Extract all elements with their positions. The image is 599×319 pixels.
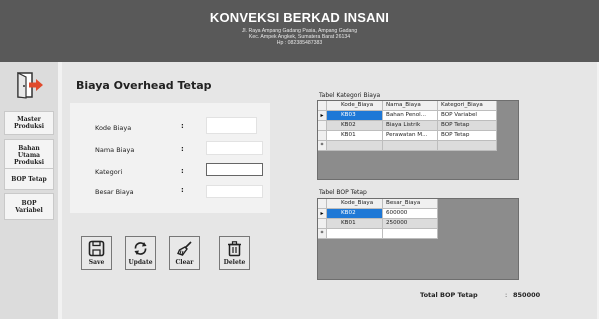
bop-table-header: Kode_Biaya Besar_Biaya [318,199,438,209]
row-header-corner [318,199,327,209]
update-label: Update [128,259,153,266]
save-label: Save [88,259,105,266]
table-cell[interactable] [327,229,383,239]
table-cell[interactable]: KB03 [327,111,383,121]
sidebar: Master Produksi Bahan Utama Produksi BOP… [0,62,58,319]
table-cell[interactable] [327,141,383,151]
total-bop-colon: : [505,291,508,299]
table-row[interactable]: KB01 Perawatan M... BOP Tetap [318,131,497,141]
kategori-label: Kategori [95,168,123,176]
kode-biaya-colon: : [181,122,184,130]
page-title: Biaya Overhead Tetap [76,79,212,92]
sidebar-item-bop-variabel[interactable]: BOP Variabel [4,193,54,220]
table-cell[interactable]: Biaya Listrik [383,121,438,131]
row-header [318,131,327,141]
table-cell[interactable]: KB01 [327,131,383,141]
row-header [318,121,327,131]
table-cell[interactable]: 250000 [383,219,438,229]
table-row[interactable]: KB01 250000 [318,219,438,229]
nama-biaya-colon: : [181,145,184,153]
exit-door-icon [17,72,43,99]
table-cell[interactable]: Bahan Penol... [383,111,438,121]
total-bop-value: 850000 [513,291,541,299]
table-cell[interactable] [383,141,438,151]
total-bop-label: Total BOP Tetap [420,291,478,299]
phone-number: Hp : 082385487383 [276,40,323,46]
kategori-colon: : [181,167,184,175]
delete-label: Delete [223,259,246,266]
column-header-besar-biaya[interactable]: Besar_Biaya [383,199,438,209]
table-cell[interactable]: 600000 [383,209,438,219]
app-header: KONVEKSI BERKAD INSANI Jl. Raya Ampang G… [0,0,599,62]
bop-table-caption: Tabel BOP Tetap [319,189,367,196]
table-cell[interactable]: Perawatan M... [383,131,438,141]
table-row[interactable]: ▸ KB03 Bahan Penol... BOP Variabel [318,111,497,121]
kategori-table[interactable]: Kode_Biaya Nama_Biaya Kategori_Biaya ▸ K… [317,100,519,180]
kategori-table-caption: Tabel Kategori Biaya [319,92,381,99]
table-cell[interactable]: BOP Tetap [438,131,497,141]
nama-biaya-input[interactable] [206,141,263,155]
table-row[interactable]: ▸ KB02 600000 [318,209,438,219]
new-row[interactable]: * [318,229,438,239]
table-cell[interactable]: BOP Variabel [438,111,497,121]
company-address: Jl. Raya Ampang Gadang Pasia, Ampang Gad… [0,28,599,46]
nama-biaya-label: Nama Biaya [95,146,135,154]
column-header-kategori-biaya[interactable]: Kategori_Biaya [438,101,497,111]
kategori-table-header: Kode_Biaya Nama_Biaya Kategori_Biaya [318,101,497,111]
save-icon [88,240,105,257]
table-cell[interactable]: BOP Tetap [438,121,497,131]
column-header-nama-biaya[interactable]: Nama_Biaya [383,101,438,111]
new-row[interactable]: * [318,141,497,151]
bop-table[interactable]: Kode_Biaya Besar_Biaya ▸ KB02 600000 KB0… [317,198,519,280]
besar-biaya-colon: : [181,186,184,194]
column-header-kode-biaya[interactable]: Kode_Biaya [327,101,383,111]
exit-button[interactable] [9,70,49,100]
besar-biaya-label: Besar Biaya [95,188,134,196]
kode-biaya-label: Kode Biaya [95,124,132,132]
table-cell[interactable]: KB02 [327,209,383,219]
refresh-icon [134,242,147,255]
table-cell[interactable]: KB02 [327,121,383,131]
kategori-select[interactable] [206,163,263,176]
save-button[interactable]: Save [81,236,112,270]
current-row-marker: ▸ [318,111,327,121]
sidebar-item-master-produksi[interactable]: Master Produksi [4,111,54,135]
update-button[interactable]: Update [125,236,156,270]
delete-button[interactable]: Delete [219,236,250,270]
current-row-marker: ▸ [318,209,327,219]
clear-button[interactable]: Clear [169,236,200,270]
table-cell[interactable]: KB01 [327,219,383,229]
company-name: KONVEKSI BERKAD INSANI [209,10,390,25]
table-cell[interactable] [383,229,438,239]
besar-biaya-input[interactable] [206,185,263,198]
clear-label: Clear [175,259,194,266]
row-header [318,219,327,229]
new-row-marker: * [318,141,327,151]
table-row[interactable]: KB02 Biaya Listrik BOP Tetap [318,121,497,131]
column-header-kode-biaya[interactable]: Kode_Biaya [327,199,383,209]
table-cell[interactable] [438,141,497,151]
new-row-marker: * [318,229,327,239]
kode-biaya-input[interactable] [206,117,257,134]
row-header-corner [318,101,327,111]
sidebar-item-bop-tetap[interactable]: BOP Tetap [4,168,54,190]
broom-icon [177,241,192,256]
trash-icon [228,241,241,257]
